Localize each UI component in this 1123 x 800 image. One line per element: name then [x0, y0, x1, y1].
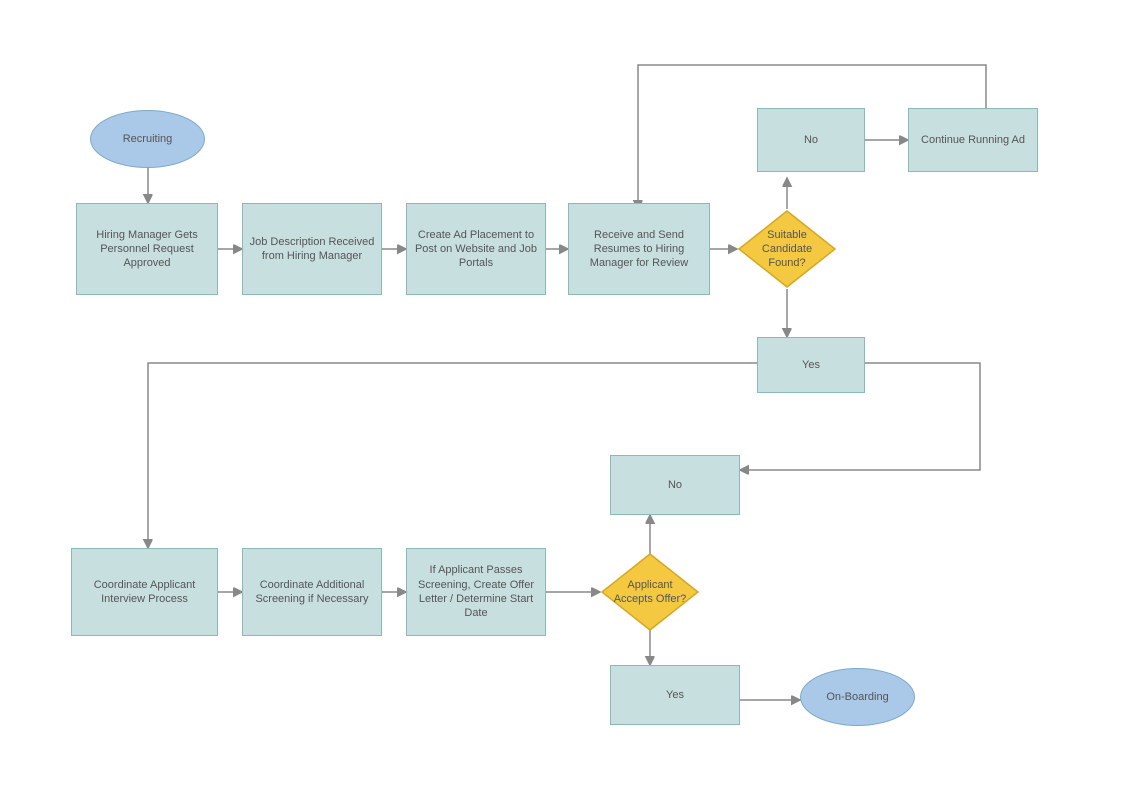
- create-ad-node: Create Ad Placement to Post on Website a…: [406, 203, 546, 295]
- yes-right-node: Yes: [757, 337, 865, 393]
- receive-send-node: Receive and Send Resumes to Hiring Manag…: [568, 203, 710, 295]
- yes-bottom-label: Yes: [666, 688, 684, 702]
- coord-interview-node: Coordinate Applicant Interview Process: [71, 548, 218, 636]
- recruiting-node: Recruiting: [90, 110, 205, 168]
- suitable-candidate-label: Suitable Candidate Found?: [737, 209, 837, 289]
- no-top-node: No: [757, 108, 865, 172]
- recruiting-label: Recruiting: [123, 132, 173, 146]
- no-top-label: No: [804, 133, 818, 147]
- no-bottom-node: No: [610, 455, 740, 515]
- coord-screening-label: Coordinate Additional Screening if Neces…: [249, 578, 375, 607]
- coord-interview-label: Coordinate Applicant Interview Process: [78, 578, 211, 607]
- continue-running-label: Continue Running Ad: [921, 133, 1025, 147]
- receive-send-label: Receive and Send Resumes to Hiring Manag…: [575, 228, 703, 271]
- hiring-manager-node: Hiring Manager Gets Personnel Request Ap…: [76, 203, 218, 295]
- create-ad-label: Create Ad Placement to Post on Website a…: [413, 228, 539, 271]
- yes-bottom-node: Yes: [610, 665, 740, 725]
- continue-running-node: Continue Running Ad: [908, 108, 1038, 172]
- if-applicant-node: If Applicant Passes Screening, Create Of…: [406, 548, 546, 636]
- yes-right-label: Yes: [802, 358, 820, 372]
- if-applicant-label: If Applicant Passes Screening, Create Of…: [413, 563, 539, 620]
- suitable-candidate-node: Suitable Candidate Found?: [737, 209, 837, 289]
- coord-screening-node: Coordinate Additional Screening if Neces…: [242, 548, 382, 636]
- flowchart-diagram: Recruiting Hiring Manager Gets Personnel…: [0, 0, 1123, 800]
- no-bottom-label: No: [668, 478, 682, 492]
- job-description-label: Job Description Received from Hiring Man…: [249, 235, 375, 264]
- job-description-node: Job Description Received from Hiring Man…: [242, 203, 382, 295]
- onboarding-label: On-Boarding: [826, 690, 888, 704]
- onboarding-node: On-Boarding: [800, 668, 915, 726]
- applicant-accepts-label: Applicant Accepts Offer?: [600, 552, 700, 632]
- applicant-accepts-node: Applicant Accepts Offer?: [600, 552, 700, 632]
- hiring-manager-label: Hiring Manager Gets Personnel Request Ap…: [83, 228, 211, 271]
